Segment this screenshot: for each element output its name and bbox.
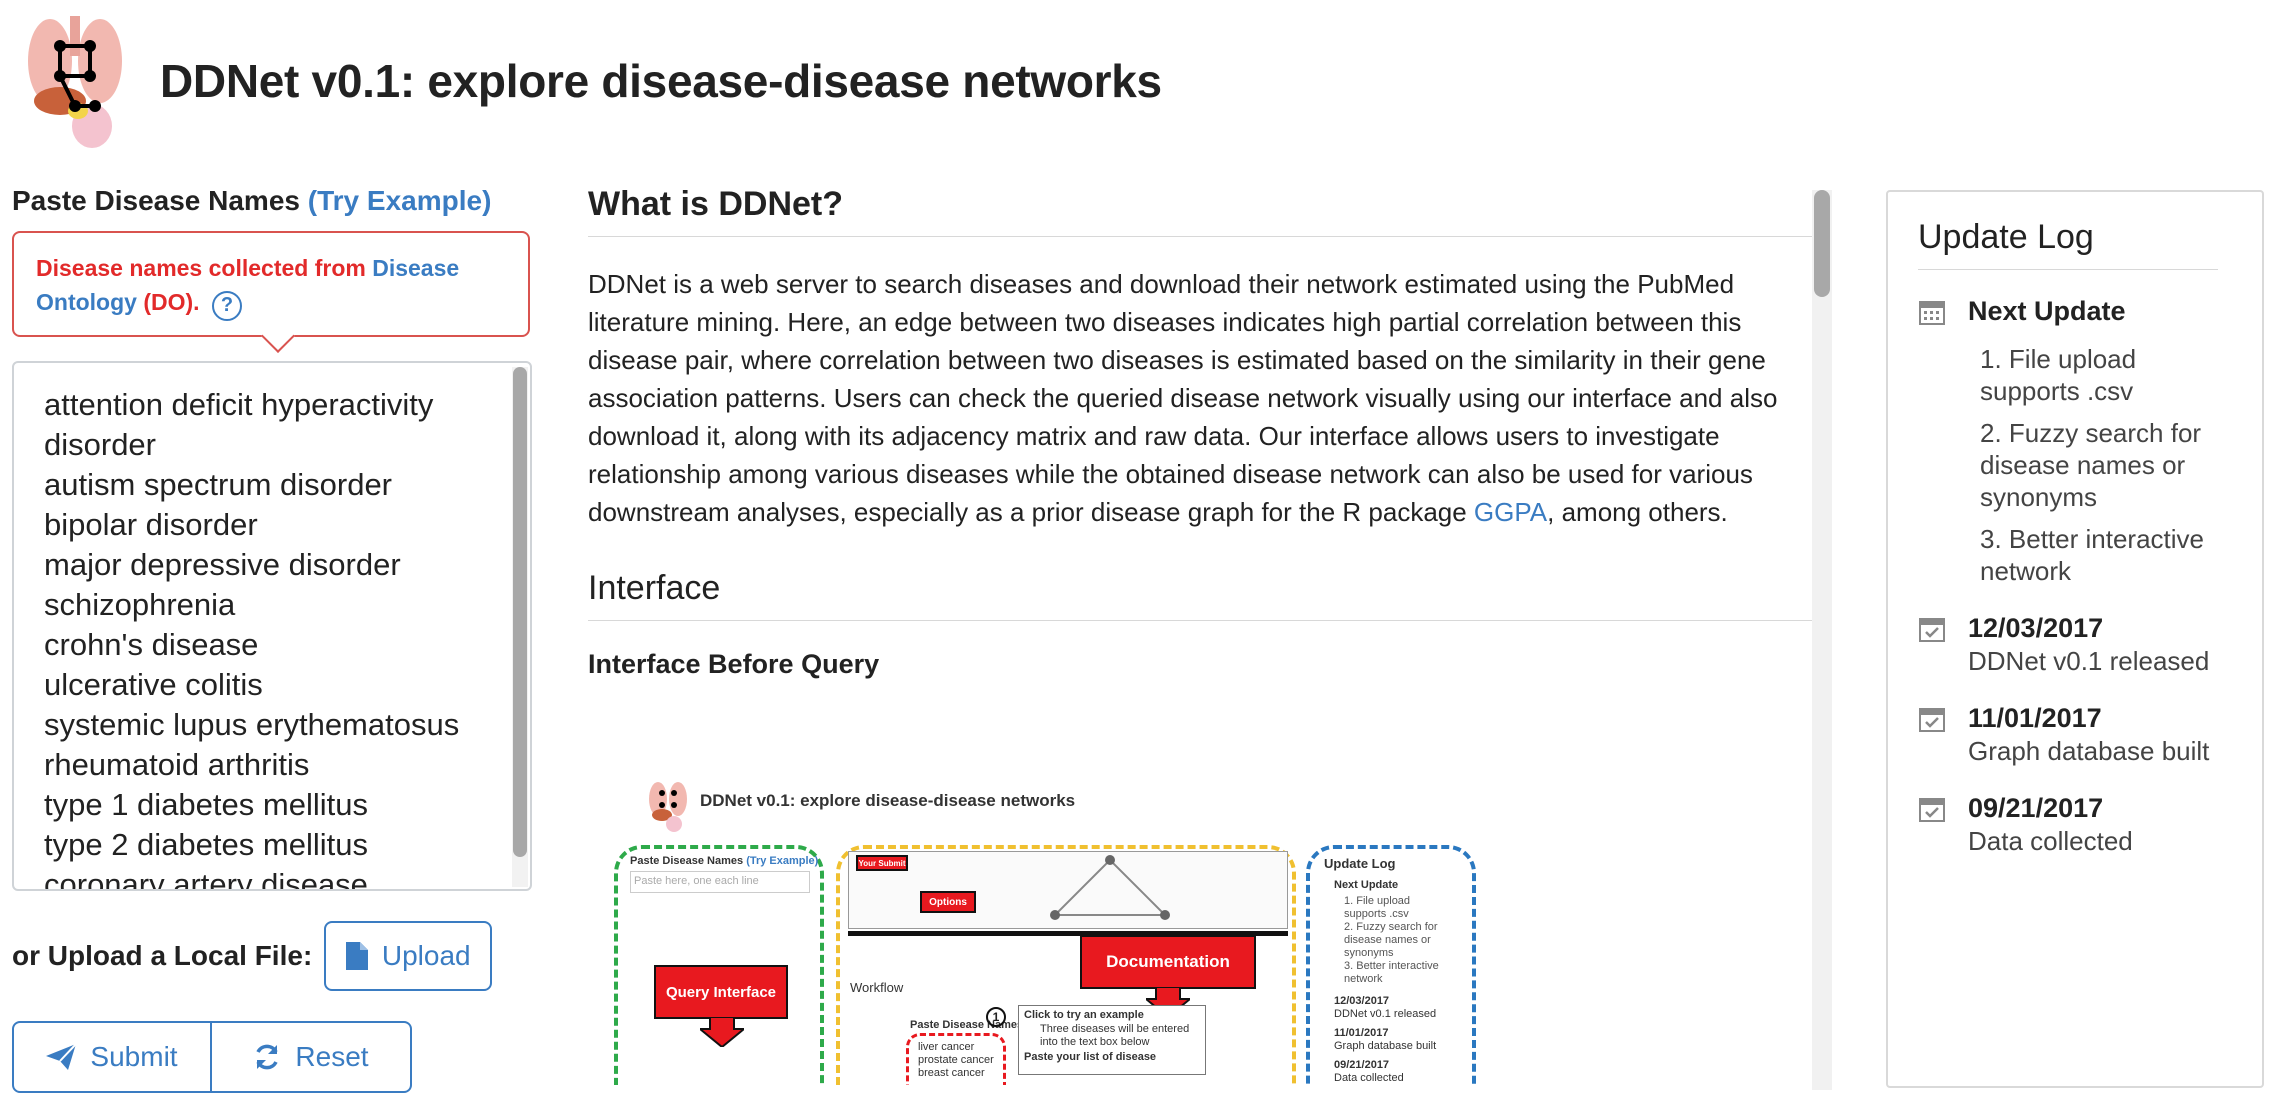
log-description: Graph database built: [1968, 736, 2210, 766]
upload-button[interactable]: Upload: [324, 921, 493, 991]
disease-ontology-link[interactable]: Disease: [372, 255, 459, 281]
organ-network-logo-icon: [20, 6, 130, 156]
documentation-label: Documentation: [1080, 935, 1256, 989]
list-item: ulcerative colitis: [44, 667, 263, 702]
paste-label: Paste Disease Names (Try Example): [12, 185, 492, 216]
reset-button[interactable]: Reset: [212, 1021, 412, 1093]
list-item: bipolar disorder: [44, 507, 258, 542]
update-log-title: Update Log: [1918, 218, 2218, 270]
calendar-check-icon: [1918, 701, 1950, 767]
list-item: type 1 diabetes mellitus: [44, 787, 368, 822]
list-item: 1. File upload supports .csv: [1980, 344, 2137, 406]
query-panel: Paste Disease Names (Try Example) Diseas…: [12, 185, 532, 1093]
page-title: DDNet v0.1: explore disease-disease netw…: [160, 55, 1162, 107]
help-icon[interactable]: ?: [212, 290, 242, 321]
list-item: crohn's disease: [44, 627, 259, 662]
disease-source-callout: Disease names collected from Disease Ont…: [12, 231, 530, 337]
log-entry: 11/01/2017 Graph database built: [1918, 701, 2234, 767]
calendar-check-icon: [1918, 791, 1950, 857]
update-log-panel: Update Log Next Update 1. File upload su…: [1886, 190, 2264, 1088]
list-item: 2. Fuzzy search for disease names or syn…: [1980, 418, 2202, 512]
paper-plane-icon: [46, 1044, 77, 1070]
disease-names-list: attention deficit hyperactivity disorder a…: [44, 385, 504, 891]
list-item: attention deficit hyperactivity: [44, 387, 434, 422]
ggpa-link[interactable]: GGPA: [1474, 497, 1547, 527]
mini-title: DDNet v0.1: explore disease-disease netw…: [700, 791, 1076, 810]
list-item: autism spectrum disorder: [44, 467, 393, 502]
list-item: coronary artery disease: [44, 867, 368, 891]
log-entry: 12/03/2017 DDNet v0.1 released: [1918, 611, 2234, 677]
list-item: schizophrenia: [44, 587, 236, 622]
disease-names-textarea[interactable]: attention deficit hyperactivity disorder a…: [12, 361, 532, 891]
log-description: Data collected: [1968, 826, 2133, 856]
calendar-check-icon: [1918, 611, 1950, 677]
list-item: type 2 diabetes mellitus: [44, 827, 368, 862]
log-entries: 12/03/2017 DDNet v0.1 released 11/01/2017 G…: [1918, 611, 2234, 857]
textarea-scrollbar[interactable]: [512, 367, 528, 887]
calendar-icon: [1918, 294, 1950, 331]
refresh-icon: [256, 1044, 278, 1070]
log-entry: 09/21/2017 Data collected: [1918, 791, 2234, 857]
upload-row: or Upload a Local File: Upload: [12, 921, 532, 991]
submit-reset-group: Submit Reset: [12, 1021, 412, 1093]
try-example-link[interactable]: (Try Example): [308, 185, 492, 216]
next-update-label: Next Update: [1968, 296, 2126, 326]
page-header: DDNet v0.1: explore disease-disease netw…: [20, 6, 1162, 156]
ontology-link[interactable]: Ontology: [36, 289, 137, 315]
list-item: 3. Better interactive network: [1980, 524, 2204, 586]
interface-heading: Interface: [588, 569, 1820, 621]
submit-button[interactable]: Submit: [12, 1021, 212, 1093]
mini-logo-icon: [649, 782, 687, 832]
interface-before-query-heading: Interface Before Query: [588, 649, 880, 679]
log-date: 09/21/2017: [1968, 793, 2104, 823]
list-item: rheumatoid arthritis: [44, 747, 310, 782]
next-update-entry: Next Update: [1918, 294, 2234, 331]
list-item: major depressive disorder: [44, 547, 401, 582]
upload-label: or Upload a Local File:: [12, 940, 313, 971]
query-interface-label: Query Interface: [654, 965, 788, 1019]
documentation-panel: What is DDNet? DDNet is a web server to …: [588, 185, 1820, 1085]
documentation-scroll-thumb[interactable]: [1814, 190, 1830, 297]
documentation-scrollbar[interactable]: [1812, 190, 1832, 1090]
file-icon: [345, 942, 368, 970]
list-item: disorder: [44, 427, 156, 462]
mini-network-graph: [1050, 855, 1170, 920]
textarea-scroll-thumb[interactable]: [513, 367, 527, 857]
log-date: 12/03/2017: [1968, 613, 2104, 643]
log-description: DDNet v0.1 released: [1968, 646, 2210, 676]
list-item: systemic lupus erythematosus: [44, 707, 460, 742]
what-is-heading: What is DDNet?: [588, 185, 1820, 237]
interface-screenshot-image: DDNet v0.1: explore disease-disease netw…: [610, 775, 1490, 1085]
log-date: 11/01/2017: [1968, 703, 2102, 733]
description-paragraph: DDNet is a web server to search diseases…: [588, 269, 1778, 527]
next-update-list: 1. File upload supports .csv 2. Fuzzy se…: [1980, 343, 2234, 587]
